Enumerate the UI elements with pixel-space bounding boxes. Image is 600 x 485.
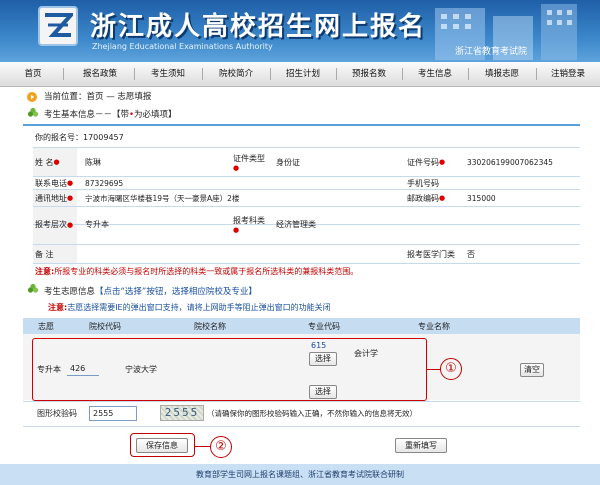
school-code-field[interactable]: 426 — [67, 362, 99, 376]
callout-2: ② — [210, 436, 232, 458]
basic-info-table: 你的报名号： 17009457 姓 名 ● 陈琳 证件类型 ● 身份证 证件号码 ● 3… — [33, 126, 580, 264]
site-subtitle: Zhejiang Educational Examinations Author… — [92, 42, 273, 51]
name-label: 姓 名 ● — [35, 157, 60, 167]
site-title: 浙江成人高校招生网上报名 — [90, 12, 427, 42]
captcha-input[interactable]: 2555 — [89, 406, 137, 421]
col-school-code: 院校代码 — [89, 321, 121, 331]
callout-2-line — [195, 446, 211, 447]
mobile-label: 手机号码 — [407, 178, 439, 188]
medical-value: 否 — [467, 249, 475, 259]
logo-icon — [38, 6, 78, 46]
wish-heading: 考生志愿信息【点击“选择”按钮，选择相应院校及专业】 — [44, 287, 257, 297]
col-major-name: 专业名称 — [418, 321, 450, 331]
nav-notice[interactable]: 考生须知 — [138, 62, 198, 86]
reg-no-label: 你的报名号： 17009457 — [35, 132, 124, 142]
nav-prereg[interactable]: 预报名数 — [340, 62, 398, 86]
callout-1: ① — [440, 358, 462, 380]
select-major-button[interactable]: 选择 — [309, 352, 337, 366]
subject-value: 经济管理类 — [276, 220, 316, 229]
nav-wish[interactable]: 填报志愿 — [472, 62, 532, 86]
name-value: 陈琳 — [85, 157, 101, 167]
idtype-value: 身份证 — [276, 157, 300, 167]
major-code-value: 615 — [311, 340, 327, 350]
medical-label: 报考医学门类 — [407, 249, 455, 259]
col-major-code: 专业代码 — [308, 321, 340, 331]
address-label: 通讯地址 ● — [35, 193, 74, 203]
subject-label: 报考科类 ● — [233, 216, 265, 234]
clear-button[interactable]: 清空 — [520, 363, 544, 377]
callout-1-line — [427, 369, 441, 370]
select-major-button-2[interactable]: 选择 — [309, 385, 337, 399]
phone-label: 联系电话 ● — [35, 178, 74, 188]
nav-policy[interactable]: 报名政策 — [70, 62, 130, 86]
nav-schools[interactable]: 院校简介 — [206, 62, 266, 86]
nav-student-info[interactable]: 考生信息 — [406, 62, 464, 86]
wish-table-header: 志愿 院校代码 院校名称 专业代码 专业名称 — [23, 318, 580, 334]
reset-button[interactable]: 重新填写 — [395, 438, 447, 453]
subject-note: 注意:所报专业的科类必须与报名时所选择的科类一致或属于报名所选科类的兼报科类范围… — [35, 267, 359, 276]
idno-label: 证件号码 ● — [407, 157, 446, 167]
clover-icon — [27, 107, 39, 119]
nav-logout[interactable]: 注销登录 — [540, 62, 596, 86]
nav-plan[interactable]: 招生计划 — [274, 62, 332, 86]
col-wish: 志愿 — [38, 321, 54, 331]
nav-home[interactable]: 首页 — [8, 62, 58, 86]
phone-value: 87329695 — [85, 178, 124, 188]
school-name-value: 宁波大学 — [125, 364, 157, 374]
breadcrumb: 当前位置：首页 — 志愿填报 — [44, 92, 152, 102]
popup-note: 注意:志愿选择需要IE的弹出窗口支持，请将上网助手等阻止弹出窗口的功能关闭 — [48, 303, 331, 312]
col-school-name: 院校名称 — [194, 321, 226, 331]
address-value: 宁波市海曙区华楼巷19号（天一豪景A座）2楼 — [85, 193, 240, 203]
remark-label: 备 注 — [35, 249, 54, 259]
idno-value: 330206199007062345 — [467, 157, 553, 167]
major-name-value: 会计学 — [354, 348, 378, 358]
zip-label: 邮政编码 ● — [407, 193, 446, 203]
level-label: 报考层次 ● — [35, 220, 74, 229]
wish-level: 专升本 — [37, 364, 61, 374]
clover-icon-2 — [27, 283, 39, 295]
level-value: 专升本 — [85, 220, 109, 229]
idtype-label: 证件类型 ● — [233, 153, 265, 172]
footer: 教育部学生司网上报名课题组、浙江省教育考试院联合研制 — [0, 464, 600, 485]
captcha-hint: （请确保你的图形校验码输入正确，不然你输入的信息将无效） — [207, 408, 417, 418]
reg-no: 17009457 — [83, 132, 124, 142]
top-nav: 首页 报名政策 考生须知 院校简介 招生计划 预报名数 考生信息 填报志愿 注销… — [0, 62, 600, 87]
captcha-label: 图形校验码 — [37, 408, 77, 418]
zip-value: 315000 — [467, 193, 496, 203]
captcha-image: 2555 — [160, 405, 204, 421]
basic-info-heading: 考生基本信息－－【带•为必填项】 — [44, 110, 177, 120]
save-button[interactable]: 保存信息 — [136, 438, 188, 453]
authority-name: 浙江省教育考试院 — [455, 47, 528, 57]
breadcrumb-icon — [27, 92, 37, 102]
header-banner: 浙江成人高校招生网上报名 Zhejiang Educational Examin… — [0, 0, 600, 62]
